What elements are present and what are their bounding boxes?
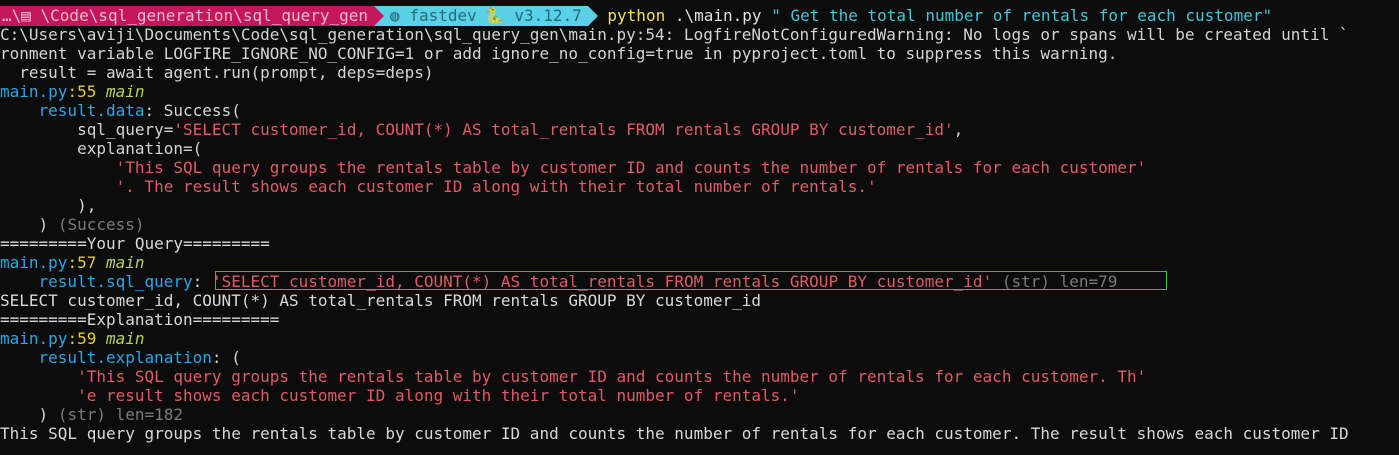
globe-icon: ◍: [390, 6, 400, 25]
function-name: main: [105, 329, 145, 348]
prompt-python-segment: 🐍 v3.12.7: [480, 6, 588, 26]
warning-line-3: result = await agent.run(prompt, deps=de…: [0, 63, 434, 82]
line-number: :55: [67, 82, 97, 101]
sql-query-value: 'SELECT customer_id, COUNT(*) AS total_r…: [211, 272, 993, 291]
shell-prompt: …\▤ \Code\sql_generation\sql_query_gen ◍ …: [0, 6, 1399, 26]
type-info: (str) len=79: [1001, 272, 1118, 291]
type-info: (Success): [57, 215, 145, 234]
prompt-path-segment: …\▤ \Code\sql_generation\sql_query_gen: [0, 6, 375, 26]
string-line: 'e result shows each customer ID along w…: [77, 386, 800, 405]
type-info: (str) len=182: [57, 405, 184, 424]
explanation-field: explanation=(: [0, 139, 1399, 158]
python-icon: 🐍: [484, 6, 505, 25]
debug-location-55: main.py:55 main: [0, 82, 1399, 101]
line-number: :57: [67, 253, 97, 272]
explanation-line-2: '. The result shows each customer ID alo…: [0, 177, 1399, 196]
explanation-line-1: 'This SQL query groups the rentals table…: [0, 158, 1399, 177]
final-output: This SQL query groups the rentals table …: [0, 424, 1349, 443]
sql-output: SELECT customer_id, COUNT(*) AS total_re…: [0, 291, 761, 310]
debug-location-57: main.py:57 main: [0, 253, 1399, 272]
env-name: fastdev: [409, 6, 477, 25]
field-key: explanation=(: [77, 139, 203, 158]
field-value: 'SELECT customer_id, COUNT(*) AS total_r…: [173, 120, 954, 139]
command-name: python: [607, 6, 666, 25]
explanation-attr-line: result.explanation: (: [0, 348, 1399, 367]
attr-name: result.explanation: [38, 348, 212, 367]
command-string: " Get the total number of rentals for ea…: [771, 6, 1273, 25]
string-line: 'This SQL query groups the rentals table…: [77, 367, 1147, 386]
prompt-env-segment: ◍ fastdev: [384, 6, 481, 26]
string-line: '. The result shows each customer ID alo…: [115, 177, 877, 196]
function-name: main: [105, 82, 145, 101]
sql-query-field: sql_query='SELECT customer_id, COUNT(*) …: [0, 120, 1399, 139]
sql-query-result-line: result.sql_query: 'SELECT customer_id, C…: [0, 272, 1399, 291]
warning-line-2: ronment variable LOGFIRE_IGNORE_NO_CONFI…: [0, 44, 1118, 63]
success-close: ) (Success): [0, 215, 1399, 234]
powerline-separator-icon: [374, 6, 385, 26]
your-query-header: =========Your Query=========: [0, 234, 270, 253]
explanation-value-line-1: 'This SQL query groups the rentals table…: [0, 367, 1399, 386]
close-paren: ),: [77, 196, 97, 215]
field-comma: ,: [953, 120, 964, 139]
close-paren: ): [38, 215, 49, 234]
file-name: main.py: [0, 253, 68, 272]
debug-attr-line: result.data: Success(: [0, 101, 1399, 120]
explanation-header: =========Explanation=========: [0, 310, 280, 329]
explanation-close: ),: [0, 196, 1399, 215]
attr-name: result.sql_query: [38, 272, 193, 291]
line-number: :59: [67, 329, 97, 348]
terminal-window[interactable]: …\▤ \Code\sql_generation\sql_query_gen ◍ …: [0, 0, 1399, 455]
explanation-value-close: ) (str) len=182: [0, 405, 1399, 424]
attr-suffix: : (: [211, 348, 241, 367]
command-arg: .\main.py: [674, 6, 762, 25]
python-version: v3.12.7: [514, 6, 582, 25]
field-key: sql_query=: [77, 120, 174, 139]
close-paren: ): [38, 405, 49, 424]
function-name: main: [105, 253, 145, 272]
powerline-end-icon: [587, 6, 598, 26]
warning-line-1: C:\Users\aviji\Documents\Code\sql_genera…: [0, 25, 1349, 44]
file-name: main.py: [0, 82, 68, 101]
string-line: 'This SQL query groups the rentals table…: [115, 158, 1147, 177]
attr-suffix: : Success(: [144, 101, 241, 120]
debug-location-59: main.py:59 main: [0, 329, 1399, 348]
explanation-value-line-2: 'e result shows each customer ID along w…: [0, 386, 1399, 405]
attr-colon: :: [192, 272, 203, 291]
file-name: main.py: [0, 329, 68, 348]
attr-name: result.data: [38, 101, 145, 120]
